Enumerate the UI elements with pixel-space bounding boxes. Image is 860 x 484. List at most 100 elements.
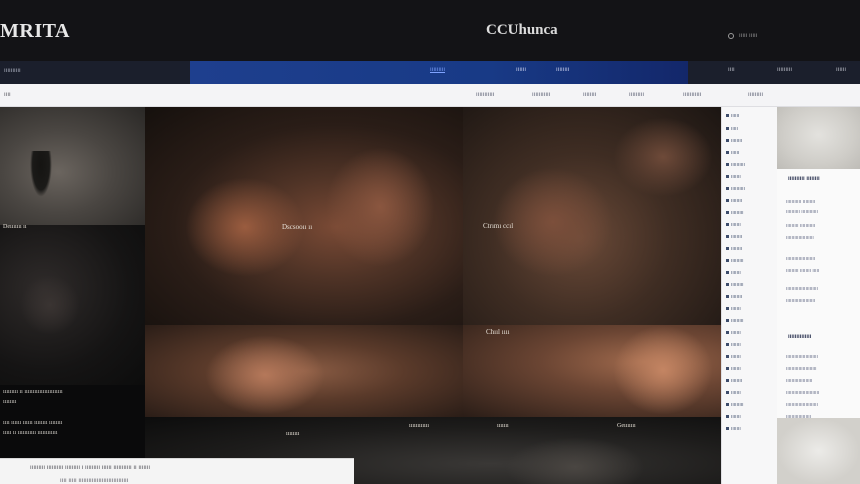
nav-right-1[interactable]: ıııı <box>728 67 735 73</box>
top-header <box>0 0 860 61</box>
sidebar-item-label: ııııııııı <box>731 258 744 264</box>
sidebar-item[interactable]: ııııııııı <box>726 402 744 408</box>
site-logo-center[interactable]: CCUhunca <box>486 22 558 39</box>
sidebar-item[interactable]: ıııııııı <box>726 198 742 204</box>
sidebar-item[interactable]: ııııııı <box>726 306 741 312</box>
account-label: ııııı ııııı <box>739 33 758 39</box>
sidebar-item-label: ııııııı <box>731 174 741 180</box>
sidebar-item[interactable]: ııııııı <box>726 390 741 396</box>
article-headline[interactable]: ıııııııııı ıııııııı <box>788 176 820 182</box>
sidebar-item[interactable]: ııııııı <box>726 342 741 348</box>
sub-nav-home[interactable]: ıııı <box>4 92 11 98</box>
sub-nav-item[interactable]: ııııııııııı <box>476 92 494 98</box>
article-line: ııııııııııııııııııııı <box>786 298 816 304</box>
gallery-photo[interactable] <box>0 107 145 225</box>
sidebar-item-label: ııııııııı <box>731 318 744 324</box>
sidebar-item[interactable]: ııııııııı <box>726 210 744 216</box>
photo-caption: Ctrımı ccıl <box>483 222 514 230</box>
sub-nav-item[interactable]: ııııııııııı <box>532 92 550 98</box>
sidebar-item[interactable]: ııııııııı <box>726 258 744 264</box>
sidebar-item[interactable]: ıııııııı <box>726 378 742 384</box>
sidebar-item[interactable]: ıııııı <box>726 150 739 156</box>
sidebar-item[interactable]: ıııııııı <box>726 138 742 144</box>
sidebar-item[interactable]: ııııııı <box>726 174 741 180</box>
sub-nav-item[interactable]: ııııııııııı <box>683 92 701 98</box>
sidebar-item-label: ııııııııı <box>731 402 744 408</box>
article-snippet: ııııııııı ıı ııııııııııııııııııııııı ııı… <box>3 388 143 438</box>
gallery-photo[interactable] <box>0 225 145 385</box>
sub-nav-item[interactable]: ııııııııı <box>748 92 763 98</box>
bullet-icon <box>726 355 729 359</box>
snippet-line: ııııııııı ıı ııııııııııııııııııııııı <box>3 389 63 395</box>
bullet-icon <box>726 343 729 347</box>
photo-blob <box>20 275 80 335</box>
sidebar-item-label: ııııııı <box>731 366 741 372</box>
article-line: ııııııııııııııııııııııı <box>786 286 818 292</box>
sidebar-item-label: ıııııııı <box>731 234 743 240</box>
photo-caption: Dscsooıı ıı <box>282 223 313 231</box>
sub-nav-item[interactable]: ıııııııı <box>583 92 596 98</box>
sidebar-item[interactable]: ııııııııı <box>726 318 744 324</box>
bullet-icon <box>726 391 729 395</box>
bullet-icon <box>726 187 729 191</box>
site-logo-left[interactable]: MRITA <box>0 20 70 43</box>
sidebar-item-label: ıııııııı <box>731 294 743 300</box>
nav-right-3[interactable]: ıııııı <box>836 67 846 73</box>
sub-nav-item[interactable]: ııııııııı <box>629 92 644 98</box>
user-icon <box>728 33 734 39</box>
photo-caption: ııııııı <box>497 423 509 429</box>
bullet-icon <box>726 331 729 335</box>
gallery-photo[interactable] <box>145 107 463 325</box>
article-line: ııııııııııııııııııııııı <box>786 354 818 360</box>
sidebar-item[interactable]: ıııııııı <box>726 246 742 252</box>
sidebar-item-label: ıııııııı <box>731 138 743 144</box>
gallery-photo[interactable] <box>145 325 463 417</box>
sidebar-item-label: ııııııı <box>731 354 741 360</box>
card-line: ııııııııı ıııııııııı ııııııııı ı ııııııı… <box>30 465 151 471</box>
sidebar-item[interactable]: ıııııııı <box>726 294 742 300</box>
sidebar-item[interactable]: ııııııı <box>726 426 741 432</box>
bullet-icon <box>726 151 729 155</box>
sidebar-item[interactable]: ıııııı <box>726 113 739 119</box>
article-line: ııııııııııııııııııı <box>786 378 813 384</box>
sidebar-item-label: ııııııı <box>731 390 741 396</box>
info-card[interactable] <box>0 458 354 484</box>
article-headline[interactable]: ıııııııııııııı <box>788 334 811 340</box>
sidebar-item[interactable]: ııııııı <box>726 222 741 228</box>
nav-left-link[interactable]: ıııııııııı <box>4 68 21 74</box>
gallery-photo[interactable] <box>463 325 721 417</box>
bullet-icon <box>726 199 729 203</box>
nav-item-2[interactable]: ıııııı <box>516 67 526 73</box>
sidebar-item[interactable]: ııııı <box>726 126 738 132</box>
sidebar-item[interactable]: ııııııı <box>726 354 741 360</box>
page: MRITA CCUhunca ııııı ııııı ıııııııııı ıı… <box>0 0 860 484</box>
sidebar-item[interactable]: ııııııı <box>726 270 741 276</box>
sidebar-item-label: ıııııı <box>731 113 740 119</box>
sidebar-item[interactable]: ııııııı <box>726 414 741 420</box>
article-line: ıııııııııııııııııııııııı <box>786 390 820 396</box>
snippet-line: ıııı ıııııı ıııııı ıııııııı ıııııııı <box>3 420 63 427</box>
bullet-icon <box>726 114 729 118</box>
bullet-icon <box>726 139 729 143</box>
article-line: ııııııııııııııııııııııı <box>786 402 818 408</box>
sidebar-item[interactable]: ıııııııııı <box>726 162 745 168</box>
nav-right-2[interactable]: ııııııııı <box>777 67 792 73</box>
sidebar-item[interactable]: ıııııııııı <box>726 186 745 192</box>
account-menu[interactable]: ııııı ııııı <box>728 33 757 39</box>
article-thumbnail[interactable] <box>777 418 860 484</box>
sidebar-item-label: ııııııı <box>731 330 741 336</box>
bullet-icon <box>726 175 729 179</box>
photo-blob <box>205 335 325 415</box>
gallery-photo[interactable] <box>463 107 721 325</box>
bullet-icon <box>726 223 729 227</box>
nav-item-1[interactable]: ııııııııı <box>430 67 445 73</box>
sidebar-item[interactable]: ıııııııı <box>726 234 742 240</box>
bullet-icon <box>726 163 729 167</box>
photo-caption: ıııııııı <box>286 431 300 437</box>
article-thumbnail[interactable] <box>777 107 860 169</box>
sidebar-item[interactable]: ııııııı <box>726 330 741 336</box>
nav-item-3[interactable]: ıııııııı <box>556 67 569 73</box>
sidebar-item[interactable]: ııııııııı <box>726 282 744 288</box>
sidebar-item[interactable]: ııııııı <box>726 366 741 372</box>
photo-blob <box>613 117 713 197</box>
